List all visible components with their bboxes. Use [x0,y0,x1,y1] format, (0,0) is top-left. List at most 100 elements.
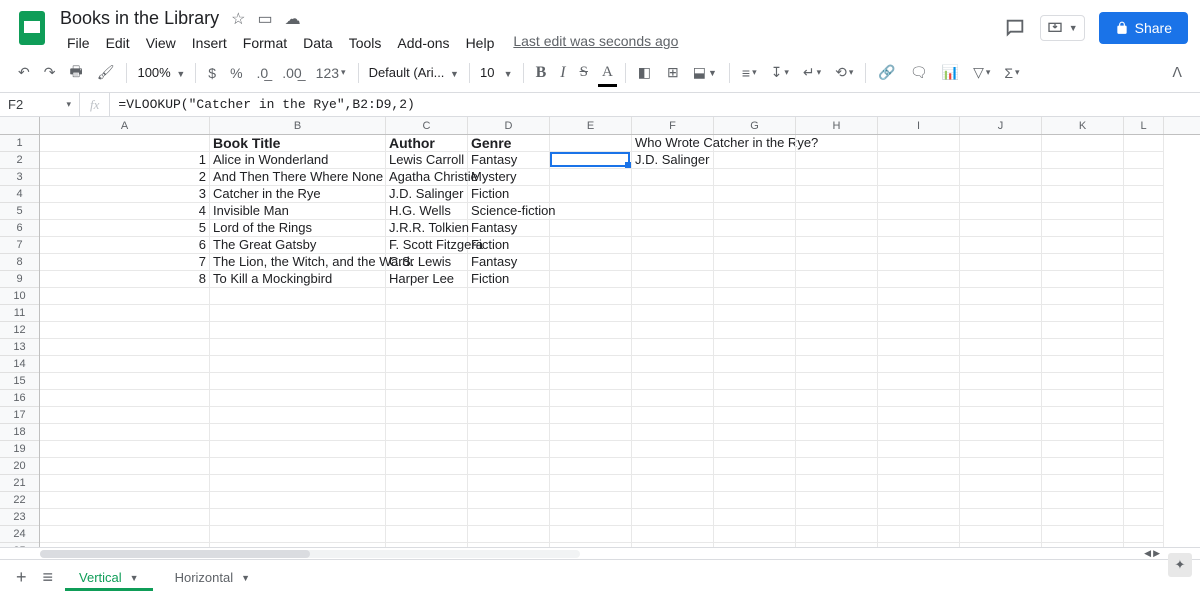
cell[interactable]: Catcher in the Rye [210,186,386,203]
cell[interactable] [714,356,796,373]
sheets-logo[interactable] [12,8,52,48]
cell[interactable] [40,305,210,322]
cell[interactable] [1042,169,1124,186]
cell[interactable] [40,288,210,305]
cell[interactable] [40,373,210,390]
cell[interactable] [40,339,210,356]
cell[interactable]: Who Wrote Catcher in the Rye? [632,135,714,152]
cell[interactable] [210,509,386,526]
cell[interactable] [210,526,386,543]
col-header[interactable]: B [210,117,386,134]
cell[interactable] [40,492,210,509]
cell[interactable] [1124,373,1164,390]
cell[interactable] [386,441,468,458]
cell[interactable] [714,543,796,547]
cell[interactable] [1042,373,1124,390]
cell[interactable] [1042,254,1124,271]
all-sheets-button[interactable]: ≡ [39,563,58,592]
cell[interactable] [714,373,796,390]
star-icon[interactable]: ☆ [231,9,245,29]
cell[interactable] [1042,458,1124,475]
cell[interactable]: Fantasy [468,220,550,237]
cell[interactable] [1042,390,1124,407]
cell[interactable]: Fiction [468,237,550,254]
cell[interactable] [960,203,1042,220]
cell[interactable] [960,475,1042,492]
share-button[interactable]: Share [1099,12,1188,44]
row-header[interactable]: 20 [0,458,39,475]
cell[interactable] [1124,322,1164,339]
cell[interactable] [210,288,386,305]
cell[interactable] [632,356,714,373]
cell[interactable] [40,407,210,424]
row-header[interactable]: 21 [0,475,39,492]
name-box[interactable]: F2▾ [0,93,80,116]
cell[interactable] [40,322,210,339]
cell[interactable] [210,543,386,547]
filter-icon[interactable]: ▽ ▾ [967,59,996,86]
cell[interactable] [550,526,632,543]
cell[interactable] [632,322,714,339]
cell[interactable] [960,373,1042,390]
cell[interactable] [1124,526,1164,543]
row-header[interactable]: 1 [0,135,39,152]
cell[interactable] [796,271,878,288]
row-header[interactable]: 23 [0,509,39,526]
cell[interactable] [714,186,796,203]
cell[interactable]: 6 [40,237,210,254]
cell[interactable] [386,322,468,339]
cell[interactable]: 5 [40,220,210,237]
cell[interactable] [1042,475,1124,492]
move-icon[interactable]: ▭ [257,9,272,29]
cell[interactable] [40,509,210,526]
cell[interactable] [550,339,632,356]
h-align-icon[interactable]: ≡ ▾ [736,60,763,86]
cell[interactable] [386,373,468,390]
cell[interactable] [468,492,550,509]
col-header[interactable]: F [632,117,714,134]
borders-icon[interactable]: ⊞ [661,59,685,86]
cell[interactable] [550,288,632,305]
cell[interactable] [960,526,1042,543]
cell[interactable] [550,203,632,220]
cell[interactable] [878,186,960,203]
cell[interactable] [796,186,878,203]
cell[interactable] [468,339,550,356]
cell[interactable] [550,220,632,237]
cell[interactable]: Harper Lee [386,271,468,288]
cell[interactable] [796,373,878,390]
cell[interactable] [796,203,878,220]
cell[interactable] [550,458,632,475]
cell[interactable] [550,135,632,152]
cell[interactable] [1042,237,1124,254]
cell[interactable]: F. Scott Fitzgera [386,237,468,254]
cell[interactable] [1124,220,1164,237]
cell[interactable]: Agatha Christie [386,169,468,186]
cell[interactable] [714,237,796,254]
cell[interactable] [386,356,468,373]
cell[interactable] [960,169,1042,186]
cell[interactable] [796,322,878,339]
cell[interactable] [40,356,210,373]
menu-file[interactable]: File [60,33,97,53]
cell[interactable] [714,135,796,152]
cell[interactable]: Fiction [468,186,550,203]
font-size-select[interactable]: 10 ▼ [476,65,517,80]
redo-icon[interactable]: ↷ [38,59,62,86]
cell[interactable] [550,424,632,441]
cell[interactable] [1124,152,1164,169]
cell[interactable] [1042,152,1124,169]
row-header[interactable]: 14 [0,356,39,373]
cell[interactable] [878,203,960,220]
cell[interactable] [714,203,796,220]
cell[interactable] [1124,169,1164,186]
cell[interactable]: Alice in Wonderland [210,152,386,169]
cell[interactable] [632,509,714,526]
cell[interactable] [1042,441,1124,458]
cell[interactable] [960,254,1042,271]
cell[interactable] [1042,135,1124,152]
cell[interactable] [210,322,386,339]
cell[interactable]: 2 [40,169,210,186]
formula-input[interactable]: =VLOOKUP("Catcher in the Rye",B2:D9,2) [110,97,1200,112]
cell[interactable] [714,339,796,356]
